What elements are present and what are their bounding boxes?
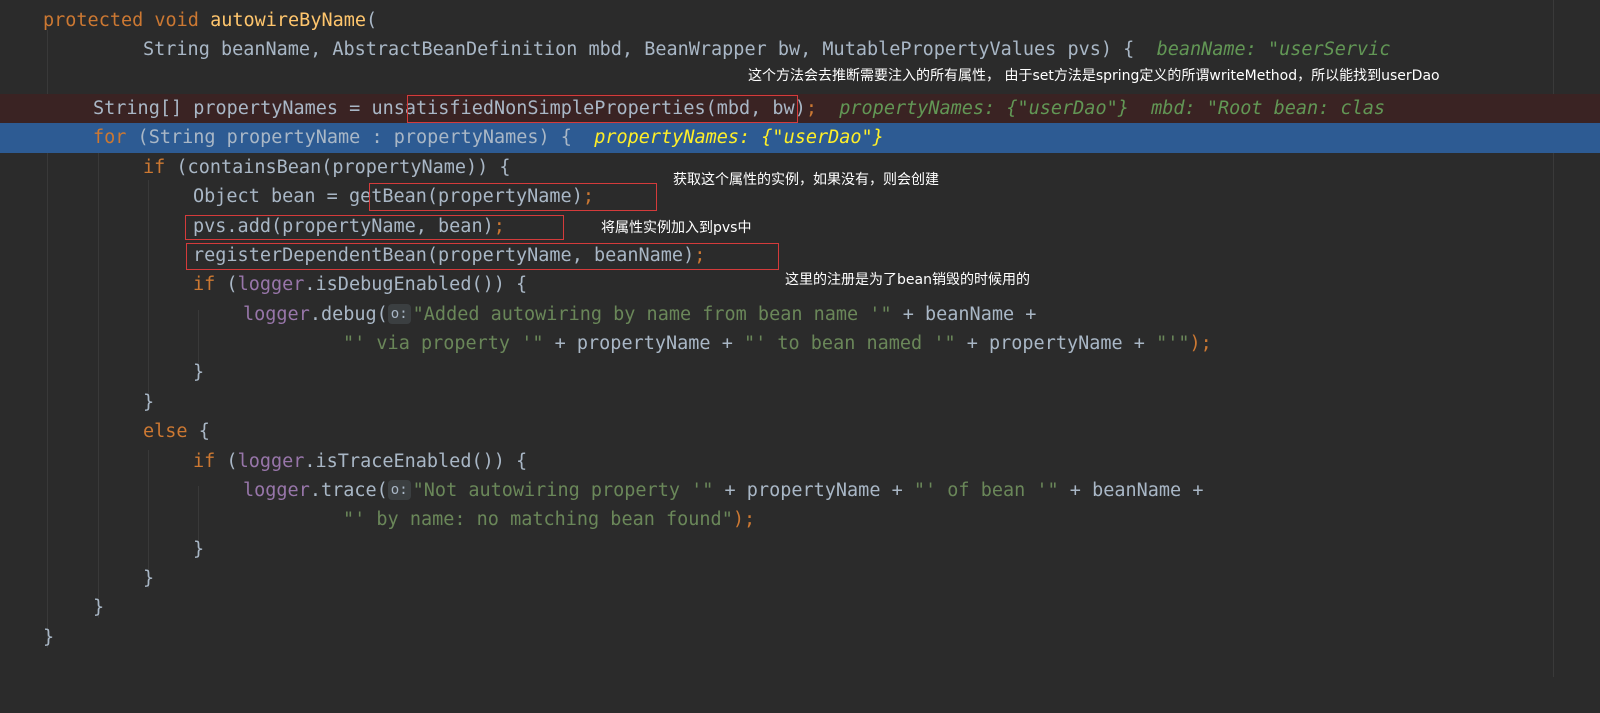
parameter-hint: o: — [387, 304, 411, 324]
code-line-close-brace[interactable]: } — [0, 388, 1600, 418]
code-text: ); — [732, 509, 756, 530]
code-line-close-brace[interactable]: } — [0, 535, 1600, 565]
code-text: ( — [215, 451, 238, 472]
code-text: .debug( — [309, 304, 388, 325]
string-literal: "' to bean named '" — [743, 333, 956, 354]
parameter-hint: o: — [387, 480, 411, 500]
keyword: if — [143, 157, 166, 178]
code-text: } — [193, 362, 205, 383]
code-line-if-debug[interactable]: if (logger.isDebugEnabled()) { — [0, 270, 1600, 300]
string-literal: "' by name: no matching bean found" — [343, 509, 733, 530]
annotation-box — [369, 183, 657, 211]
keyword: protected void — [43, 10, 211, 31]
string-literal: "'" — [1156, 333, 1190, 354]
code-text: (String propertyName : propertyNames) { — [126, 127, 595, 148]
code-line-method-signature[interactable]: protected void autowireByName( — [0, 6, 1600, 36]
code-line-close-brace[interactable]: } — [0, 358, 1600, 388]
code-editor[interactable]: protected void autowireByName( String be… — [0, 0, 1600, 677]
code-text: String beanName, AbstractBeanDefinition … — [143, 39, 1124, 60]
code-line-close-brace[interactable]: } — [0, 623, 1600, 653]
annotation-note: 将属性实例加入到pvs中 — [601, 220, 752, 236]
string-literal: "' via property '" — [343, 333, 544, 354]
field-name: logger — [243, 480, 310, 501]
code-line-trace-continuation[interactable]: "' by name: no matching bean found"); — [0, 505, 1600, 535]
field-name: logger — [237, 451, 305, 472]
code-text: } — [43, 627, 55, 648]
annotation-box — [186, 243, 779, 270]
code-text: Object bean = — [193, 186, 349, 207]
string-literal: "Added autowiring by name from bean name… — [412, 304, 892, 325]
code-line-get-bean[interactable]: Object bean = getBean(propertyName); — [0, 182, 1600, 212]
code-text: String[] propertyNames = — [93, 98, 372, 119]
code-text: .trace( — [309, 480, 388, 501]
code-text: + beanName + — [891, 304, 1037, 325]
code-text: { — [187, 421, 210, 442]
code-line-if-trace[interactable]: if (logger.isTraceEnabled()) { — [0, 447, 1600, 477]
code-text: + beanName + — [1058, 480, 1204, 501]
code-text: ( — [215, 274, 238, 295]
code-text: (containsBean(propertyName)) { — [165, 157, 511, 178]
inline-debug-value: propertyNames: {"userDao"} — [594, 127, 884, 148]
string-literal: "' of bean '" — [913, 480, 1059, 501]
code-line-logger-debug[interactable]: logger.debug(o: "Added autowiring by name… — [0, 300, 1600, 330]
annotation-box — [407, 95, 798, 123]
method-name: autowireByName — [210, 10, 367, 31]
code-text: } — [193, 539, 205, 560]
keyword: if — [193, 451, 216, 472]
code-text: + propertyName + — [543, 333, 744, 354]
keyword: else — [143, 421, 188, 442]
code-line-property-names[interactable]: String[] propertyNames = unsatisfiedNonS… — [0, 94, 1600, 124]
annotation-box — [185, 215, 564, 240]
code-line-close-brace[interactable]: } — [0, 593, 1600, 623]
code-text: { — [1123, 39, 1135, 60]
keyword: for — [93, 127, 127, 148]
code-text: } — [143, 392, 155, 413]
code-text: .isTraceEnabled()) { — [304, 451, 528, 472]
code-line-for-loop-current[interactable]: for (String propertyName : propertyNames… — [0, 123, 1600, 153]
code-line-logger-trace[interactable]: logger.trace(o: "Not autowiring property … — [0, 476, 1600, 506]
code-line-else[interactable]: else { — [0, 417, 1600, 447]
code-text: ); — [1189, 333, 1212, 354]
code-text: + propertyName + — [713, 480, 914, 501]
annotation-note: 这个方法会去推断需要注入的所有属性， 由于set方法是spring定义的所谓wr… — [748, 68, 1440, 84]
inline-debug-value: propertyNames: {"userDao"} mbd: "Root be… — [839, 98, 1386, 119]
code-text: ( — [366, 10, 378, 31]
inline-debug-value: beanName: "userServic — [1156, 39, 1391, 60]
code-line-debug-continuation[interactable]: "' via property '" + propertyName + "' t… — [0, 329, 1600, 359]
field-name: logger — [243, 304, 310, 325]
code-line-close-brace[interactable]: } — [0, 564, 1600, 594]
code-line-parameters[interactable]: String beanName, AbstractBeanDefinition … — [0, 35, 1600, 65]
code-text: } — [93, 597, 105, 618]
code-text: .isDebugEnabled()) { — [304, 274, 528, 295]
code-text: ; — [805, 98, 817, 119]
code-text: + propertyName + — [955, 333, 1157, 354]
keyword: if — [193, 274, 216, 295]
code-text: } — [143, 568, 155, 589]
string-literal: "Not autowiring property '" — [412, 480, 714, 501]
field-name: logger — [237, 274, 305, 295]
